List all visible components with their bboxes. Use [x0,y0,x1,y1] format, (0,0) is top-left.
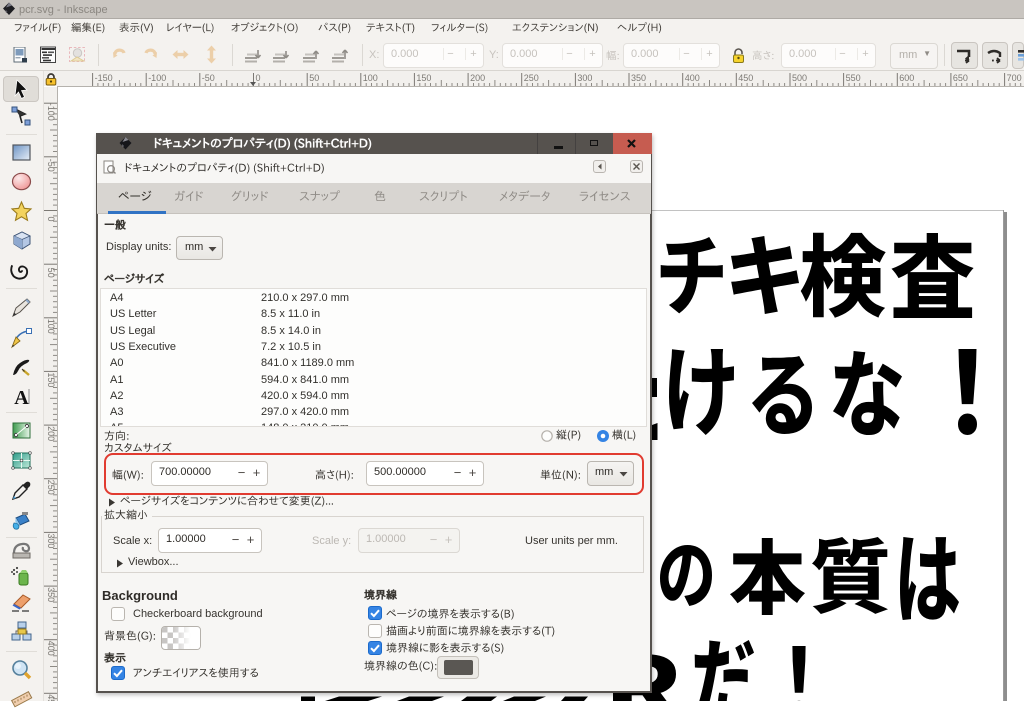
svg-text:-100: -100 [148,73,166,83]
svg-text:550: 550 [846,73,861,83]
svg-text:400: 400 [46,641,56,656]
svg-text:650: 650 [953,73,968,83]
svg-text:100: 100 [363,73,378,83]
svg-text:500: 500 [792,73,807,83]
svg-text:350: 350 [631,73,646,83]
svg-text:300: 300 [577,73,592,83]
svg-text:450: 450 [738,73,753,83]
svg-text:100: 100 [46,319,56,334]
svg-text:700: 700 [1007,73,1022,83]
svg-text:250: 250 [524,73,539,83]
svg-text:150: 150 [416,73,431,83]
svg-text:-50: -50 [202,73,215,83]
svg-text:0: 0 [256,73,261,83]
svg-text:300: 300 [46,533,56,548]
svg-text:450: 450 [46,694,56,701]
svg-text:150: 150 [46,372,56,387]
svg-text:A: A [14,387,29,408]
svg-text:350: 350 [46,587,56,602]
svg-text:200: 200 [470,73,485,83]
svg-text:50: 50 [309,73,319,83]
svg-text:200: 200 [46,426,56,441]
svg-text:250: 250 [46,480,56,495]
svg-text:600: 600 [899,73,914,83]
svg-text:-150: -150 [95,73,113,83]
svg-text:400: 400 [685,73,700,83]
svg-text:-100: -100 [46,103,56,121]
svg-text:-50: -50 [46,159,56,172]
